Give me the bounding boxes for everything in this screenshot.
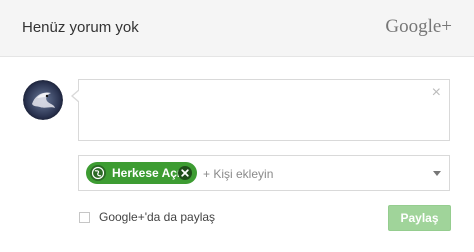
public-audience-chip[interactable]: Herkese Açık	[86, 162, 197, 184]
comments-header: Henüz yorum yok Google+	[0, 0, 474, 57]
comment-box: ×	[71, 79, 450, 141]
add-people-input[interactable]: + Kişi ekleyin	[203, 167, 273, 181]
share-audience-field[interactable]: Herkese Açık + Kişi ekleyin	[78, 155, 450, 191]
chevron-down-icon[interactable]	[433, 171, 441, 176]
google-plus-logo: Google+	[385, 16, 452, 37]
public-chip-label: Herkese Açık	[112, 166, 187, 180]
share-on-google-plus-checkbox[interactable]	[79, 212, 90, 223]
header-title: Henüz yorum yok	[22, 19, 139, 36]
dragon-avatar-icon	[23, 80, 63, 120]
close-icon[interactable]: ×	[432, 85, 441, 101]
globe-icon	[90, 165, 106, 181]
comment-input[interactable]	[79, 80, 449, 140]
share-button[interactable]: Paylaş	[388, 205, 451, 231]
user-avatar	[23, 80, 63, 120]
share-on-google-plus-label: Google+'da da paylaş	[99, 210, 216, 224]
remove-chip-icon[interactable]	[177, 165, 193, 181]
